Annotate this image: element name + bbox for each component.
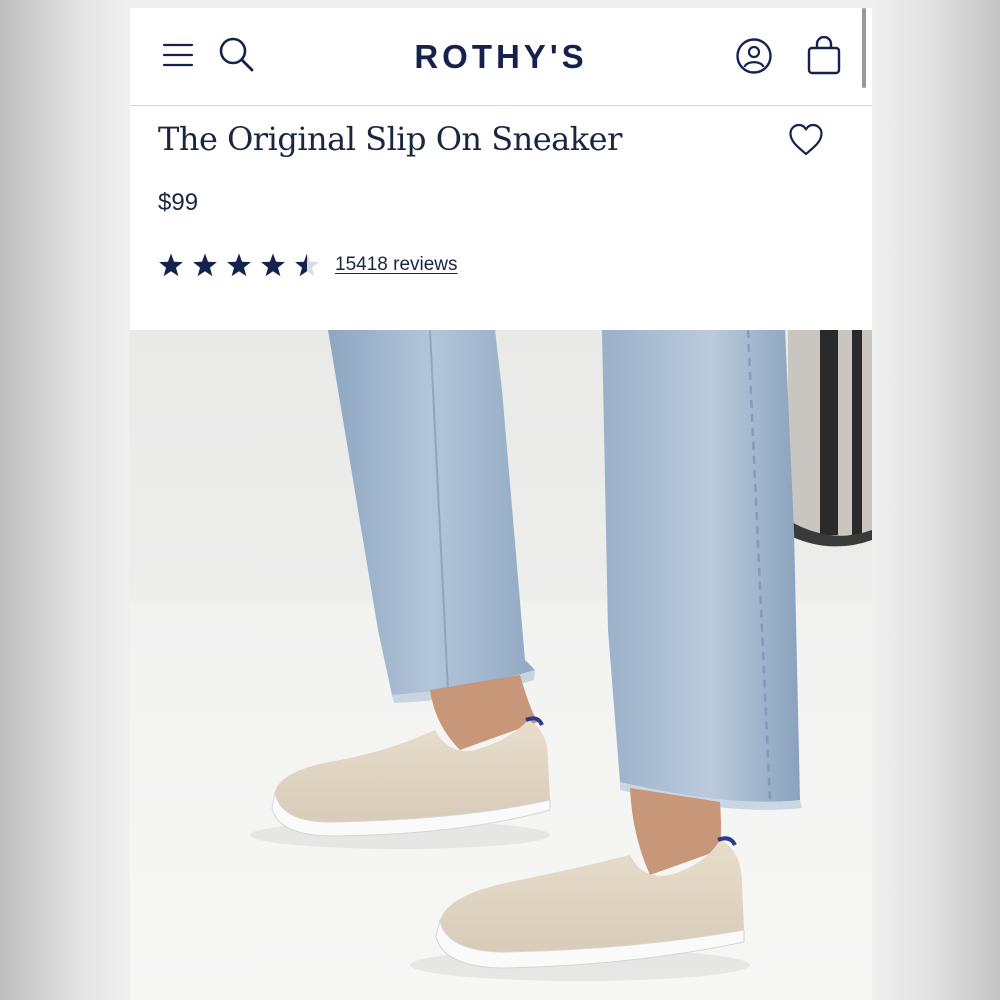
star-rating bbox=[159, 253, 319, 277]
heart-icon[interactable] bbox=[788, 123, 824, 157]
product-price: $99 bbox=[158, 189, 199, 216]
star-filled bbox=[227, 253, 251, 277]
site-header: ROTHY'S bbox=[130, 8, 872, 106]
star-filled bbox=[261, 253, 285, 277]
star-filled bbox=[159, 253, 183, 277]
product-title: The Original Slip On Sneaker bbox=[158, 120, 622, 158]
mobile-page: ROTHY'S The Original Slip On Sneaker $99… bbox=[130, 8, 872, 1000]
reviews-link[interactable]: 15418 reviews bbox=[335, 254, 458, 276]
star-filled bbox=[193, 253, 217, 277]
account-icon[interactable] bbox=[735, 37, 773, 75]
product-photo bbox=[130, 330, 872, 1000]
scrollbar[interactable] bbox=[862, 8, 866, 88]
shopping-bag-icon[interactable] bbox=[805, 36, 843, 76]
